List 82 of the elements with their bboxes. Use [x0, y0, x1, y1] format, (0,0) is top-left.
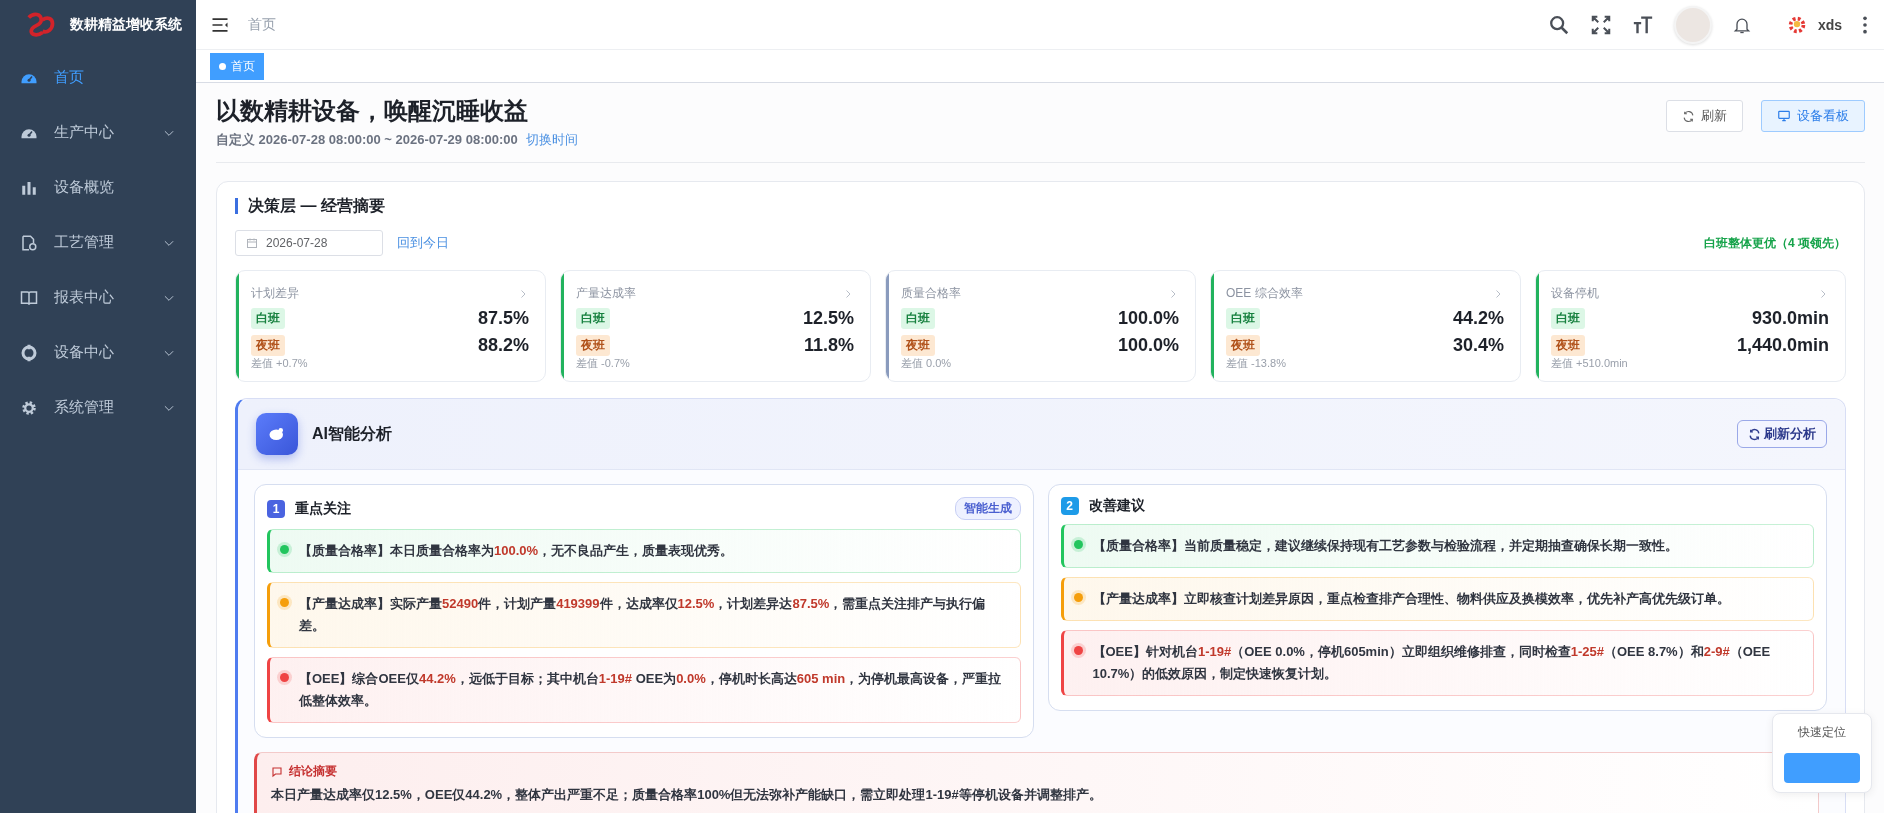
time-range: 自定义 2026-07-28 08:00:00 ~ 2026-07-29 08:00:00	[216, 131, 518, 149]
document-gear-icon	[20, 233, 38, 252]
shift-tag: 白班	[576, 308, 610, 329]
refresh-button[interactable]: 刷新	[1666, 100, 1743, 132]
kpi-value: 44.2%	[1452, 308, 1504, 329]
kpi-card[interactable]: 设备停机 白班 930.0min 夜班 1,440.0min 差值 +510.0min	[1535, 270, 1846, 382]
analysis-text: 【OEE】针对机台1-19#（OEE 0.0%，停机605min）立即组织维修排查，同时检查1-25#（OEE 8.7%）和2-9#（OEE 10.7%）的低效原因，制定快速恢复计划。	[1092, 643, 1772, 683]
calendar-icon	[246, 237, 258, 249]
ai-title: AI智能分析	[312, 423, 393, 444]
kpi-card[interactable]: 计划差异 白班 87.5% 夜班 88.2% 差值 +0.7%	[235, 270, 546, 382]
analysis-text: 【OEE】综合OEE仅44.2%，远低于目标；其中机台1-19# OEE为0.0%，停机时长高达605 min，为停机最高设备，严重拉低整体效率。	[299, 670, 1003, 710]
refresh-icon	[1748, 427, 1761, 441]
book-icon	[20, 288, 38, 307]
shift-tag: 夜班	[1551, 335, 1585, 356]
sidebar-item[interactable]: 报表中心	[0, 270, 196, 325]
section-title: 决策层 — 经营摘要	[235, 198, 1846, 214]
shift-tag: 白班	[1551, 308, 1585, 329]
analysis-text: 【产量达成率】实际产量52490件，计划产量419399件，达成率仅12.5%，计划差异达87.5%，需重点关注排产与执行偏差。	[299, 595, 987, 635]
monitor-icon	[1777, 109, 1791, 123]
search-icon[interactable]	[1547, 13, 1570, 36]
page-title: 以数精耕设备，唤醒沉睡收益	[216, 96, 529, 126]
sidebar-item[interactable]: 工艺管理	[0, 215, 196, 270]
sidebar-item[interactable]: 首页	[0, 50, 196, 105]
quick-nav-title: 快速定位	[1798, 724, 1846, 741]
fullscreen-icon[interactable]	[1589, 13, 1612, 36]
today-link[interactable]: 回到今日	[397, 234, 449, 252]
shift-tag: 白班	[251, 308, 285, 329]
shift-tag: 夜班	[251, 335, 285, 356]
kpi-diff: 差值 +510.0min	[1551, 356, 1629, 371]
more-vertical-icon[interactable]	[1862, 14, 1868, 35]
date-field[interactable]: 2026-07-28	[235, 230, 383, 256]
kpi-diff: 差值 -0.7%	[576, 356, 631, 371]
kpi-title: 计划差异	[251, 285, 299, 302]
kpi-title: 设备停机	[1551, 285, 1599, 302]
shift-tag: 夜班	[576, 335, 610, 356]
panel-title: 改善建议	[1088, 497, 1146, 515]
chat-icon	[271, 765, 283, 778]
generated-badge: 智能生成	[954, 497, 1021, 520]
kpi-diff: 差值 -13.8%	[1226, 356, 1287, 371]
kpi-diff: 差值 +0.7%	[251, 356, 309, 371]
user-name[interactable]: xds	[1817, 16, 1842, 33]
dashboard-button[interactable]: 设备看板	[1761, 100, 1865, 132]
kpi-value: 87.5%	[477, 308, 529, 329]
kpi-value: 12.5%	[802, 308, 854, 329]
kpi-value: 100.0%	[1117, 308, 1179, 329]
step-number: 2	[1060, 497, 1079, 515]
shift-tag: 白班	[1226, 308, 1260, 329]
kpi-card[interactable]: 质量合格率 白班 100.0% 夜班 100.0% 差值 0.0%	[885, 270, 1196, 382]
kpi-card[interactable]: 产量达成率 白班 12.5% 夜班 11.8% 差值 -0.7%	[560, 270, 871, 382]
kpi-value: 1,440.0min	[1736, 335, 1829, 356]
kpi-card[interactable]: OEE 综合效率 白班 44.2% 夜班 30.4% 差值 -13.8%	[1210, 270, 1521, 382]
settings-icon	[20, 398, 38, 417]
sidebar-item[interactable]: 设备中心	[0, 325, 196, 380]
conclusion-text: 本日产量达成率仅12.5%，OEE仅44.2%，整体产出严重不足；质量合格率100%但无法弥补产能缺口，需立即处理1-19#等停机设备并调整排产。	[271, 786, 1103, 804]
analysis-text: 【产量达成率】立即核查计划差异原因，重点检查排产合理性、物料供应及换模效率，优先补产高优先级订单。	[1092, 590, 1730, 608]
refresh-icon	[1682, 109, 1695, 123]
step-number: 1	[267, 499, 285, 518]
sidebar-item[interactable]: 设备概览	[0, 160, 196, 215]
sidebar-item[interactable]: 生产中心	[0, 105, 196, 160]
kpi-value: 11.8%	[803, 335, 854, 356]
kpi-title: 产量达成率	[576, 285, 636, 302]
conclusion-title: 结论摘要	[289, 763, 337, 780]
kpi-diff: 差值 0.0%	[901, 356, 953, 371]
refresh-analysis-button[interactable]: 刷新分析	[1737, 420, 1827, 448]
shift-tag: 白班	[901, 308, 935, 329]
analysis-text: 【质量合格率】本日质量合格率为100.0%，无不良品产生，质量表现优秀。	[299, 542, 734, 560]
analysis-text: 【质量合格率】当前质量稳定，建议继续保持现有工艺参数与检验流程，并定期抽查确保长期一致性。	[1092, 537, 1678, 555]
text-size-icon[interactable]	[1631, 13, 1654, 36]
verdict-text: 白班整体更优（4 项领先）	[1704, 234, 1846, 252]
sidebar-item[interactable]: 系统管理	[0, 380, 196, 435]
panel-title: 重点关注	[295, 499, 352, 518]
switch-time-link[interactable]: 切换时间	[525, 131, 578, 149]
shift-tag: 夜班	[1226, 335, 1260, 356]
target-icon	[20, 343, 38, 362]
app-title: 数耕精益增收系统	[70, 16, 182, 34]
kpi-value: 30.4%	[1452, 335, 1504, 356]
kpi-value: 930.0min	[1751, 308, 1829, 329]
kpi-title: 质量合格率	[901, 285, 961, 302]
shift-tag: 夜班	[901, 335, 935, 356]
kpi-value: 100.0%	[1117, 335, 1179, 356]
kpi-value: 88.2%	[477, 335, 529, 356]
kpi-title: OEE 综合效率	[1226, 285, 1303, 302]
